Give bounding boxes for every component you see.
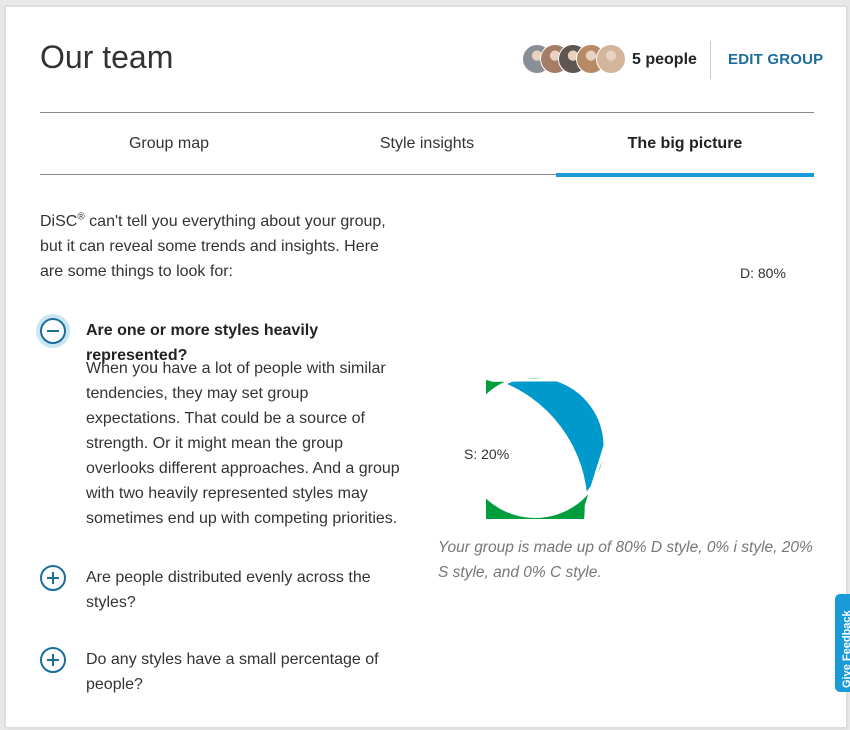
- slice-label-s: S: 20%: [464, 446, 510, 462]
- people-count[interactable]: 5 people: [632, 51, 697, 69]
- avatar-stack[interactable]: [522, 44, 632, 76]
- minus-circle-icon[interactable]: [40, 318, 66, 344]
- team-card: Our team 5 people EDIT GROUP Group map S…: [5, 6, 847, 728]
- tab-group-map[interactable]: Group map: [40, 113, 298, 177]
- disc-brand: DiSC: [40, 213, 78, 230]
- intro-body: can't tell you everything about your gro…: [40, 213, 386, 280]
- page-title: Our team: [40, 39, 174, 75]
- tab-big-picture[interactable]: The big picture: [556, 113, 814, 177]
- slice-label-d: D: 80%: [740, 265, 786, 281]
- intro-text: DiSC® can't tell you everything about yo…: [40, 209, 390, 284]
- donut-slice-s: [492, 378, 607, 507]
- accordion-question[interactable]: Do any styles have a small percentage of…: [86, 647, 386, 697]
- active-tab-indicator: [556, 173, 814, 177]
- give-feedback-tab[interactable]: Give Feedback: [835, 594, 850, 692]
- header-divider: [710, 41, 711, 79]
- avatar[interactable]: [596, 44, 626, 74]
- accordion-answer: When you have a lot of people with simil…: [86, 360, 400, 527]
- tab-underline: [40, 174, 556, 175]
- registered-mark: ®: [77, 211, 85, 223]
- plus-circle-icon[interactable]: [40, 565, 66, 591]
- edit-group-button[interactable]: EDIT GROUP: [728, 51, 823, 68]
- chart-caption: Your group is made up of 80% D style, 0%…: [438, 539, 813, 581]
- accordion-question[interactable]: Are people distributed evenly across the…: [86, 565, 386, 615]
- style-donut-chart: [486, 374, 607, 519]
- plus-circle-icon[interactable]: [40, 647, 66, 673]
- tab-style-insights[interactable]: Style insights: [298, 113, 556, 177]
- tab-bar: Group map Style insights The big picture: [40, 113, 814, 177]
- feedback-label: Give Feedback: [841, 610, 850, 688]
